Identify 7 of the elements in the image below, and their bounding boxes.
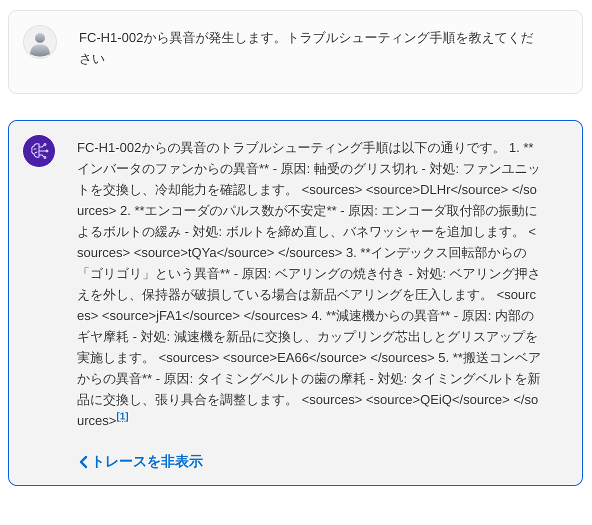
user-avatar-icon xyxy=(23,25,57,59)
brain-circuit-icon xyxy=(23,135,55,167)
chevron-left-icon xyxy=(77,455,89,469)
assistant-answer-text: FC-H1-002からの異音のトラブルシューティング手順は以下の通りです。 1. **インバータのファンからの異音** - 原因: 軸受のグリス切れ - 対処: ファンユニットを交換し、冷却能力を確認します。 <sources> <source>DLHr</source> </sources> 2. **エンコーダのパルス数が不安定** - 原因: エンコーダ取付部の振動によるボルトの緩み - 対処: ボルトを締め直し、バネワッシャーを追加します。 <sources> <source>tQYa</source> </sources> 3. **インデックス回転部からの「ゴリゴリ」という異音** - 原因: ベアリングの焼き付き - 対処: ベアリング押さえを外し、保持器が破損している場合は新品ベアリングを圧入します。 <sources> <source>jFA1</source> </sources> 4. **減速機からの異音** - 原因: 内部のギヤ摩耗 - 対処: 減速機を新品に交換し、カップリング芯出しとグリスアップを実施します。 <sources> <source>EA66</source> </sources> 5. **搬送コンベアからの異音** - 原因: タイミングベルトの歯の摩耗 - 対処: タイミングベルトを新品に交換し、張り具合を調整します。 <sources> <source>QEiQ</source> </sources>$^{[1]}$ xyxy=(77,139,542,430)
citation-link[interactable]: [1] xyxy=(116,412,129,423)
user-message-text: FC-H1-002から異音が発生します。トラブルシューティング手順を教えてください xyxy=(79,29,534,68)
hide-trace-button[interactable]: トレースを非表示 xyxy=(77,453,203,471)
